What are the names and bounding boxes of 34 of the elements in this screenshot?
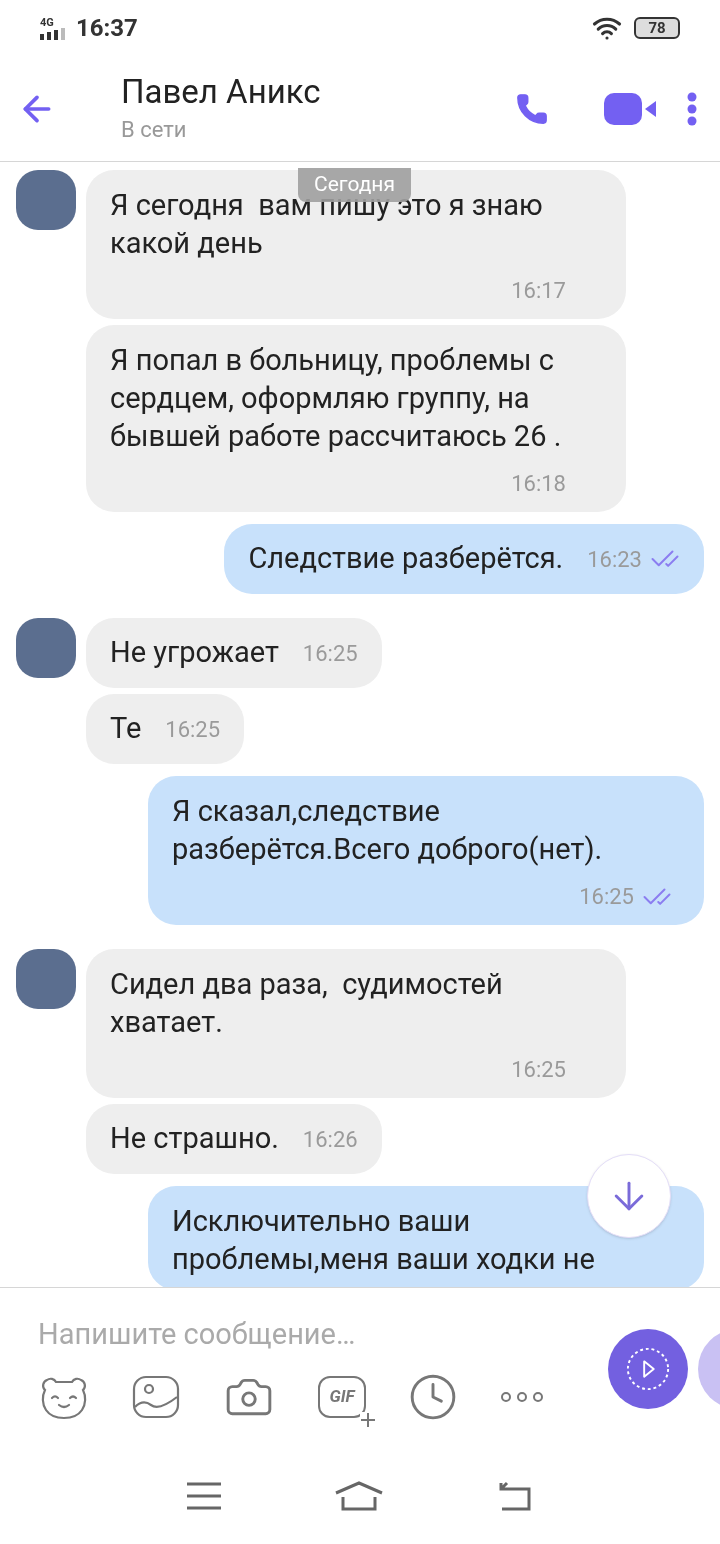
message-text: Не угрожает bbox=[110, 634, 279, 672]
play-circle-icon bbox=[625, 1346, 671, 1392]
status-time: 16:37 bbox=[76, 13, 138, 44]
menu-icon[interactable] bbox=[187, 1482, 221, 1510]
message-time: 16:25 bbox=[579, 883, 634, 911]
phone-icon bbox=[515, 91, 549, 126]
message-time: 16:23 bbox=[587, 545, 642, 574]
message-time: 16:18 bbox=[511, 470, 566, 498]
home-icon[interactable] bbox=[335, 1481, 383, 1511]
message-text: Не страшно. bbox=[110, 1120, 279, 1158]
avatar-photo-placeholder[interactable] bbox=[16, 949, 76, 1009]
video-camera-icon bbox=[604, 92, 656, 125]
message-text: Исключительно ваши проблемы,меня ваши ходки не bbox=[172, 1203, 596, 1278]
back-icon[interactable] bbox=[497, 1481, 533, 1511]
more-options-icon[interactable] bbox=[500, 1391, 544, 1403]
message-time: 16:25 bbox=[165, 715, 221, 744]
message-time: 16:26 bbox=[302, 1125, 358, 1154]
message-time: 16:25 bbox=[302, 639, 358, 668]
battery-indicator: 78 bbox=[634, 17, 680, 39]
message-text: Те bbox=[110, 710, 142, 748]
more-vertical-icon bbox=[687, 91, 697, 126]
message-time: 16:17 bbox=[511, 277, 566, 305]
avatar-photo-placeholder[interactable] bbox=[16, 170, 76, 230]
message-text: Я сказал,следствие разберётся.Всего доброго(нет). bbox=[172, 793, 604, 868]
message-time: 16:25 bbox=[511, 1056, 566, 1084]
contact-name[interactable]: Павел Аникс bbox=[121, 71, 504, 113]
avatar-photo-placeholder[interactable] bbox=[16, 618, 76, 678]
message-text: Я попал в больницу, проблемы с сердцем, оформляю группу, на бывшей работе рассчитаюсь 26 . bbox=[110, 342, 563, 455]
message-input-field[interactable]: Напишите сообщение… bbox=[38, 1304, 578, 1364]
clock-icon[interactable] bbox=[408, 1372, 458, 1422]
message-text: Сидел два раза, судимостей хватает. bbox=[110, 966, 504, 1041]
gallery-icon[interactable] bbox=[132, 1375, 180, 1419]
contact-status: В сети bbox=[121, 116, 188, 144]
message-text: Следствие разберётся. bbox=[248, 540, 564, 578]
